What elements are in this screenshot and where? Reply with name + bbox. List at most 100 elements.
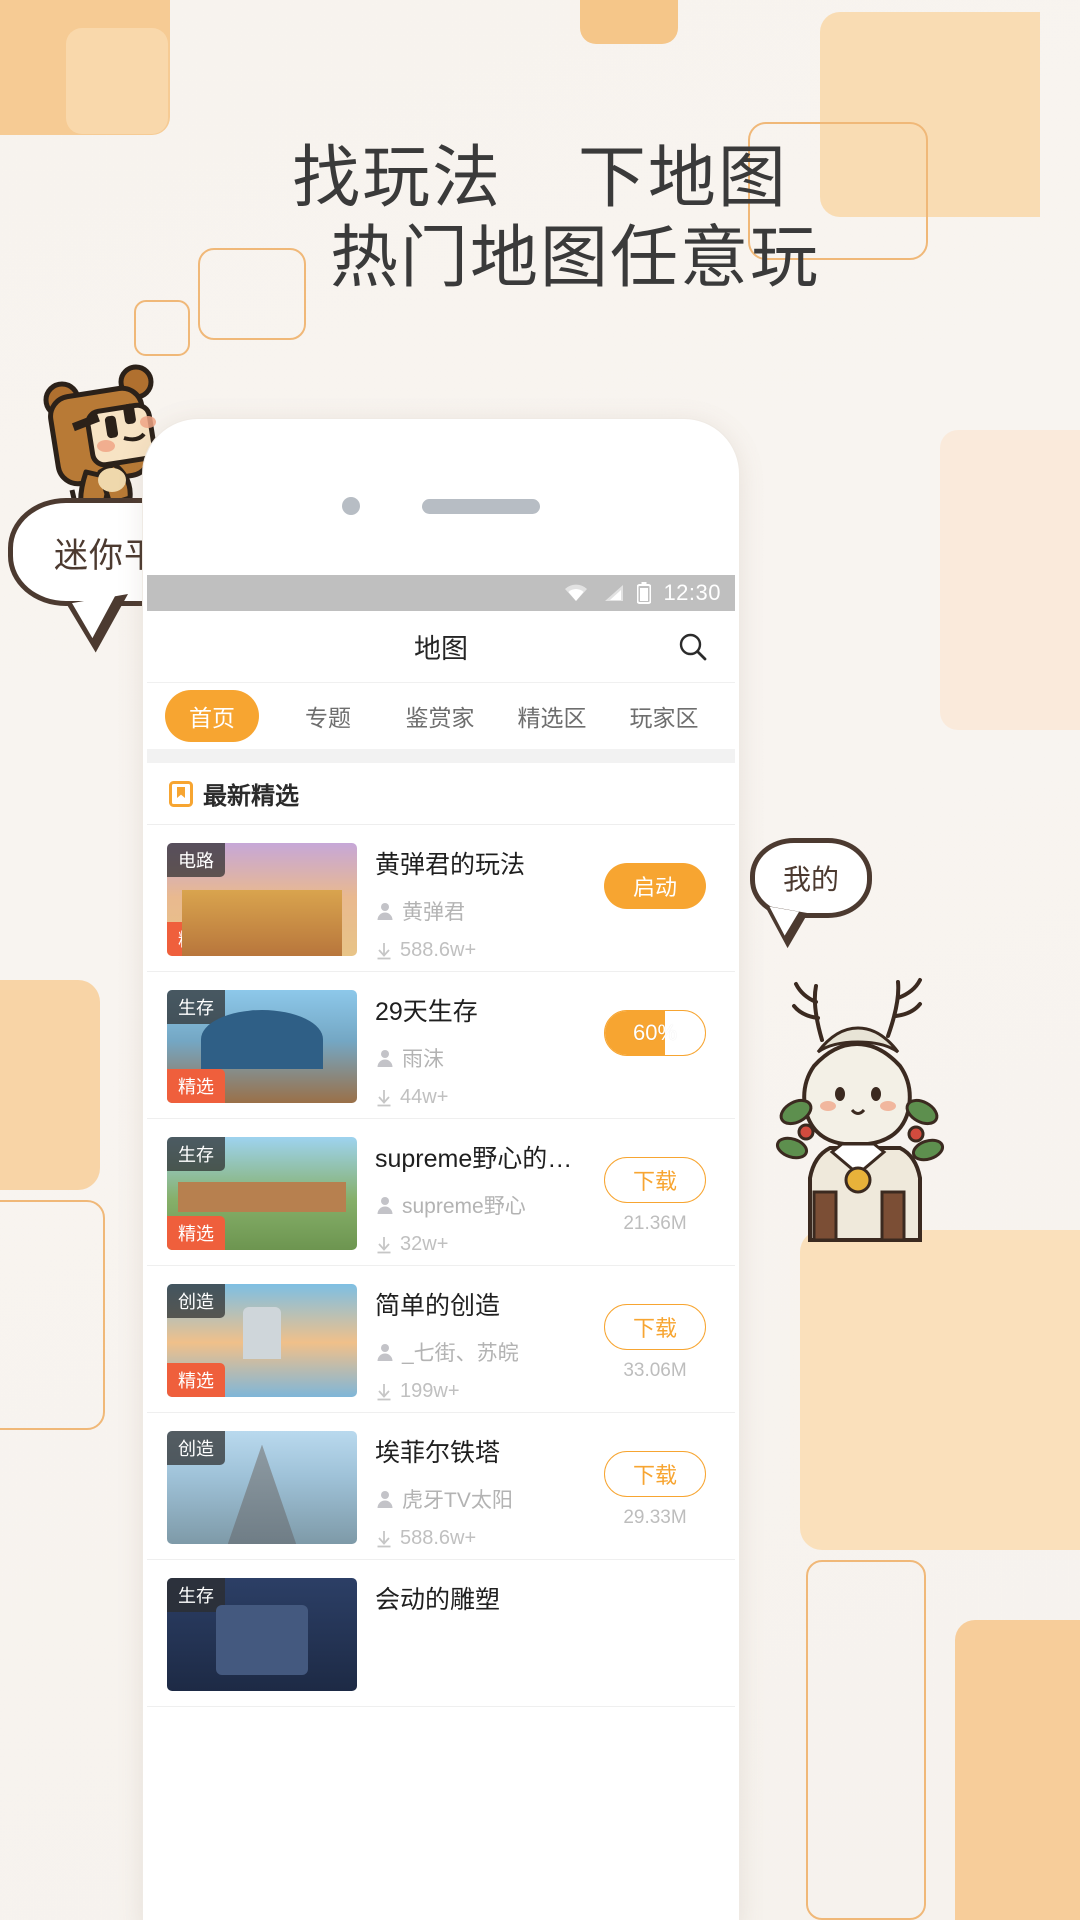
map-info: 29天生存 雨沫 44w+: [375, 990, 577, 1109]
map-downloads-row: 32w+: [375, 1233, 577, 1256]
map-author-row: _七街、苏皖: [375, 1337, 577, 1367]
table-row[interactable]: 生存 精选 29天生存 雨沫 44w+ 60%: [147, 972, 735, 1119]
table-row[interactable]: 生存 精选 supreme野心的冒险 supreme野心 32w+ 下载 21.…: [147, 1119, 735, 1266]
map-size: 33.06M: [623, 1360, 687, 1381]
tab-connoisseur[interactable]: 鉴赏家: [387, 691, 493, 741]
tab-bar: 首页 专题 鉴赏家 精选区 玩家区: [147, 683, 735, 749]
deco-square-3: [580, 0, 678, 44]
deco-square-10: [800, 1230, 1080, 1550]
map-action: 下载 29.33M: [595, 1431, 715, 1529]
map-list: 电路 精选 黄弹君的玩法 黄弹君 588.6w+ 启动 生存 精选 29天生存 …: [147, 825, 735, 1707]
download-icon: [377, 1089, 391, 1106]
map-featured-badge: 精选: [167, 1216, 225, 1250]
page-title: 地图: [414, 634, 468, 664]
earpiece-speaker: [422, 498, 540, 514]
user-icon: [377, 1197, 393, 1214]
map-thumbnail[interactable]: 创造 精选: [167, 1284, 357, 1397]
map-downloads: 588.6w+: [400, 939, 477, 961]
map-type-badge: 生存: [167, 990, 225, 1024]
map-featured-badge: 精选: [167, 1363, 225, 1397]
phone-mockup: 12:30 地图 首页 专题 鉴赏家 精选区 玩家区 最新精选 电路 精选 黄弹…: [142, 418, 740, 1920]
map-author: _七街、苏皖: [402, 1342, 519, 1365]
map-title: supreme野心的冒险: [375, 1145, 577, 1173]
map-title: 29天生存: [375, 998, 478, 1026]
status-bar: 12:30: [147, 575, 735, 611]
table-row[interactable]: 电路 精选 黄弹君的玩法 黄弹君 588.6w+ 启动: [147, 825, 735, 972]
wifi-icon: [565, 584, 588, 601]
user-icon: [377, 1050, 393, 1067]
map-title: 黄弹君的玩法: [375, 851, 526, 879]
launch-button[interactable]: 启动: [604, 863, 706, 909]
download-button[interactable]: 下载: [604, 1304, 706, 1350]
map-thumbnail[interactable]: 电路 精选: [167, 843, 357, 956]
phone-screen: 12:30 地图 首页 专题 鉴赏家 精选区 玩家区 最新精选 电路 精选 黄弹…: [147, 575, 735, 1920]
map-type-badge: 创造: [167, 1431, 225, 1465]
map-downloads: 588.6w+: [400, 1527, 477, 1549]
user-icon: [377, 1491, 393, 1508]
map-thumbnail[interactable]: 生存 精选: [167, 990, 357, 1103]
map-type-badge: 生存: [167, 1578, 225, 1612]
user-icon: [377, 1344, 393, 1361]
download-button[interactable]: 下载: [604, 1157, 706, 1203]
table-row[interactable]: 生存 会动的雕塑: [147, 1560, 735, 1707]
download-icon: [377, 942, 391, 959]
table-row[interactable]: 创造 埃菲尔铁塔 虎牙TV太阳 588.6w+ 下载 29.33M: [147, 1413, 735, 1560]
front-camera-icon: [342, 497, 360, 515]
map-info: 埃菲尔铁塔 虎牙TV太阳 588.6w+: [375, 1431, 577, 1550]
map-action: 下载 33.06M: [595, 1284, 715, 1382]
map-author: 雨沫: [402, 1048, 444, 1071]
map-downloads-row: 199w+: [375, 1380, 577, 1403]
deco-outline-5: [134, 300, 190, 356]
section-divider: [147, 749, 735, 763]
download-button[interactable]: 下载: [604, 1451, 706, 1497]
bookmark-icon: [169, 780, 193, 807]
map-size: 29.33M: [623, 1507, 687, 1528]
map-author: 虎牙TV太阳: [402, 1489, 513, 1512]
speech-bubble-right: 我的: [750, 838, 872, 918]
headline: 找玩法 下地图 热门地图任意玩: [0, 138, 1080, 298]
map-action: 启动: [595, 843, 715, 909]
download-icon: [377, 1530, 391, 1547]
download-progress-button[interactable]: 60%: [604, 1010, 706, 1056]
download-icon: [377, 1236, 391, 1253]
deco-outline-12: [806, 1560, 926, 1920]
map-size: 21.36M: [623, 1213, 687, 1234]
tab-home[interactable]: 首页: [165, 690, 259, 742]
progress-label: 60%: [632, 1020, 678, 1045]
map-title: 埃菲尔铁塔: [375, 1439, 501, 1467]
app-bar: 地图: [147, 611, 735, 683]
deco-square-8: [0, 980, 100, 1190]
headline-line1-part1: 找玩法: [292, 140, 503, 216]
tab-players[interactable]: 玩家区: [611, 691, 717, 741]
map-action: 60%: [595, 990, 715, 1056]
map-author-row: 虎牙TV太阳: [375, 1484, 577, 1514]
deer-girl-mascot: [770, 962, 970, 1252]
map-downloads-row: 588.6w+: [375, 1527, 577, 1550]
section-header-latest: 最新精选: [147, 763, 735, 825]
map-downloads: 32w+: [400, 1233, 449, 1255]
map-info: 简单的创造 _七街、苏皖 199w+: [375, 1284, 577, 1403]
tab-featured[interactable]: 精选区: [499, 691, 605, 741]
map-title: 会动的雕塑: [375, 1586, 501, 1614]
speech-bubble-right-text: 我的: [782, 864, 839, 895]
battery-icon: [637, 582, 652, 604]
map-author-row: 黄弹君: [375, 896, 577, 926]
map-type-badge: 生存: [167, 1137, 225, 1171]
map-action: 下载 21.36M: [595, 1137, 715, 1235]
signal-icon: [605, 585, 624, 601]
map-thumbnail[interactable]: 生存: [167, 1578, 357, 1691]
deco-square-11: [955, 1620, 1080, 1920]
headline-line2: 热门地图任意玩: [329, 220, 820, 297]
deco-square-13: [940, 430, 1080, 730]
deco-outline-9: [0, 1200, 105, 1430]
map-info: 会动的雕塑: [375, 1578, 577, 1631]
map-author-row: supreme野心: [375, 1190, 577, 1220]
search-icon[interactable]: [673, 627, 713, 667]
phone-notch: [143, 497, 739, 515]
map-downloads: 199w+: [400, 1380, 460, 1402]
map-thumbnail[interactable]: 创造: [167, 1431, 357, 1544]
map-author: supreme野心: [402, 1195, 526, 1218]
tab-topics[interactable]: 专题: [275, 691, 381, 741]
map-thumbnail[interactable]: 生存 精选: [167, 1137, 357, 1250]
table-row[interactable]: 创造 精选 简单的创造 _七街、苏皖 199w+ 下载 33.06M: [147, 1266, 735, 1413]
